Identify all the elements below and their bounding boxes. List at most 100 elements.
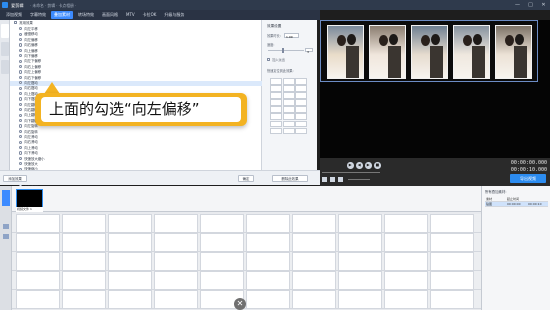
timeline-slot[interactable]: [338, 271, 382, 290]
timeline-slot[interactable]: [338, 214, 382, 233]
snapshot-icon[interactable]: [322, 177, 327, 182]
timeline-slot[interactable]: [154, 290, 198, 309]
timeline-slot[interactable]: [154, 233, 198, 252]
timeline-slot[interactable]: [200, 252, 244, 271]
effect-grid-cell[interactable]: [270, 99, 282, 106]
timeline-slot[interactable]: [430, 271, 474, 290]
menu-item[interactable]: 叠加素材: [51, 11, 73, 19]
menu-item[interactable]: 转场特效: [75, 11, 97, 19]
side-tab-frames[interactable]: [1, 60, 9, 74]
effect-grid-cell[interactable]: [270, 85, 282, 92]
timeline-slot[interactable]: [384, 252, 428, 271]
effect-grid-cell[interactable]: [295, 99, 308, 106]
timeline-tab-active[interactable]: [2, 190, 10, 206]
add-effect-button[interactable]: 添加效果: [3, 175, 27, 182]
overlay-table-row[interactable]: 贴图 00:00:00 00:00:10: [485, 202, 548, 207]
effect-grid-cell[interactable]: [282, 85, 295, 92]
timeline-slot[interactable]: [16, 233, 60, 252]
timeline-slot[interactable]: [246, 233, 290, 252]
effect-grid-cell[interactable]: [270, 92, 282, 99]
effect-grid-cell[interactable]: [282, 99, 295, 106]
timeline-slot[interactable]: [430, 233, 474, 252]
timeline-slot[interactable]: [338, 233, 382, 252]
effect-grid-cell[interactable]: [282, 78, 295, 85]
photo-film-strip[interactable]: [320, 20, 538, 82]
effect-grid-cell[interactable]: [295, 92, 308, 99]
effect-grid-cell[interactable]: [295, 85, 308, 92]
effect-checkbox[interactable]: [19, 81, 23, 85]
menu-item[interactable]: 字幕特效: [27, 11, 49, 19]
effect-grid-cell[interactable]: [282, 120, 295, 128]
timeline-track[interactable]: [12, 271, 481, 290]
timeline-slot[interactable]: [292, 290, 336, 309]
timeline-slot[interactable]: [16, 271, 60, 290]
effect-checkbox[interactable]: [19, 151, 23, 155]
effect-checkbox[interactable]: [19, 156, 23, 160]
timeline-slot[interactable]: [62, 233, 106, 252]
timeline-slot[interactable]: [384, 214, 428, 233]
effect-checkbox[interactable]: [19, 43, 23, 47]
effect-checkbox[interactable]: [19, 119, 23, 123]
timeline-track[interactable]: [12, 252, 481, 271]
effect-checkbox[interactable]: [19, 32, 23, 36]
effect-checkbox[interactable]: [19, 129, 23, 133]
timeline-slot[interactable]: [154, 214, 198, 233]
play-icon[interactable]: ▶: [347, 162, 354, 169]
video-preview[interactable]: [320, 20, 550, 158]
timeline-slot[interactable]: [292, 214, 336, 233]
timeline-slot[interactable]: [292, 233, 336, 252]
timeline-slot[interactable]: [154, 252, 198, 271]
effect-checkbox[interactable]: [19, 38, 23, 42]
effect-checkbox[interactable]: [19, 59, 23, 63]
effect-checkbox[interactable]: [19, 27, 23, 31]
side-tab-stickers[interactable]: [1, 42, 9, 56]
effect-grid-cell[interactable]: [270, 113, 282, 120]
delete-effect-button[interactable]: 删除此效果: [272, 175, 308, 182]
list-category[interactable]: 常用效果: [10, 21, 262, 26]
effect-grid-cell[interactable]: [270, 120, 282, 128]
effect-checkbox[interactable]: [19, 146, 23, 150]
side-tab-effects[interactable]: [1, 24, 9, 38]
fullscreen-icon[interactable]: [338, 177, 343, 182]
effect-grid-cell[interactable]: [295, 78, 308, 85]
effect-checkbox[interactable]: [19, 54, 23, 58]
timeline-slot[interactable]: [200, 233, 244, 252]
effect-checkbox[interactable]: [19, 102, 23, 106]
effect-grid-cell[interactable]: [282, 127, 295, 135]
effect-grid-cell[interactable]: [295, 113, 308, 120]
volume-slider[interactable]: [348, 179, 370, 180]
effect-grid-cell[interactable]: [270, 127, 282, 135]
effect-checkbox[interactable]: [19, 75, 23, 79]
timeline-slot[interactable]: [338, 252, 382, 271]
effect-checkbox[interactable]: [19, 92, 23, 96]
fade-out-option[interactable]: 加入淡出: [267, 57, 285, 62]
menu-item[interactable]: 卡拉OK: [140, 11, 160, 19]
timeline-track[interactable]: [12, 214, 481, 233]
folder-icon[interactable]: [330, 177, 335, 182]
effect-checkbox[interactable]: [19, 140, 23, 144]
effect-checkbox[interactable]: [19, 86, 23, 90]
minimize-button[interactable]: —: [514, 2, 521, 8]
timeline-slot[interactable]: [246, 252, 290, 271]
timeline-slot[interactable]: [108, 214, 152, 233]
timeline-slot[interactable]: [62, 290, 106, 309]
timeline-slot[interactable]: [292, 271, 336, 290]
timeline-slot[interactable]: [200, 271, 244, 290]
category-checkbox[interactable]: [14, 21, 18, 25]
effect-checkbox[interactable]: [19, 65, 23, 69]
effect-checkbox[interactable]: [19, 162, 23, 166]
timeline-slot[interactable]: [384, 271, 428, 290]
timeline-slot[interactable]: [62, 271, 106, 290]
effect-grid-cell[interactable]: [270, 78, 282, 85]
menu-item[interactable]: 升级与服务: [161, 11, 187, 19]
effect-grid-cell[interactable]: [282, 106, 295, 113]
speed-slider[interactable]: [268, 48, 304, 53]
timeline-slot[interactable]: [246, 290, 290, 309]
menu-item[interactable]: MTV: [123, 11, 138, 19]
stop-icon[interactable]: ■: [374, 162, 381, 169]
menu-item[interactable]: 画面风格: [99, 11, 121, 19]
effect-grid-cell[interactable]: [295, 120, 308, 128]
timeline-slot[interactable]: [62, 252, 106, 271]
timeline-slot[interactable]: [292, 252, 336, 271]
effect-checkbox[interactable]: [19, 124, 23, 128]
